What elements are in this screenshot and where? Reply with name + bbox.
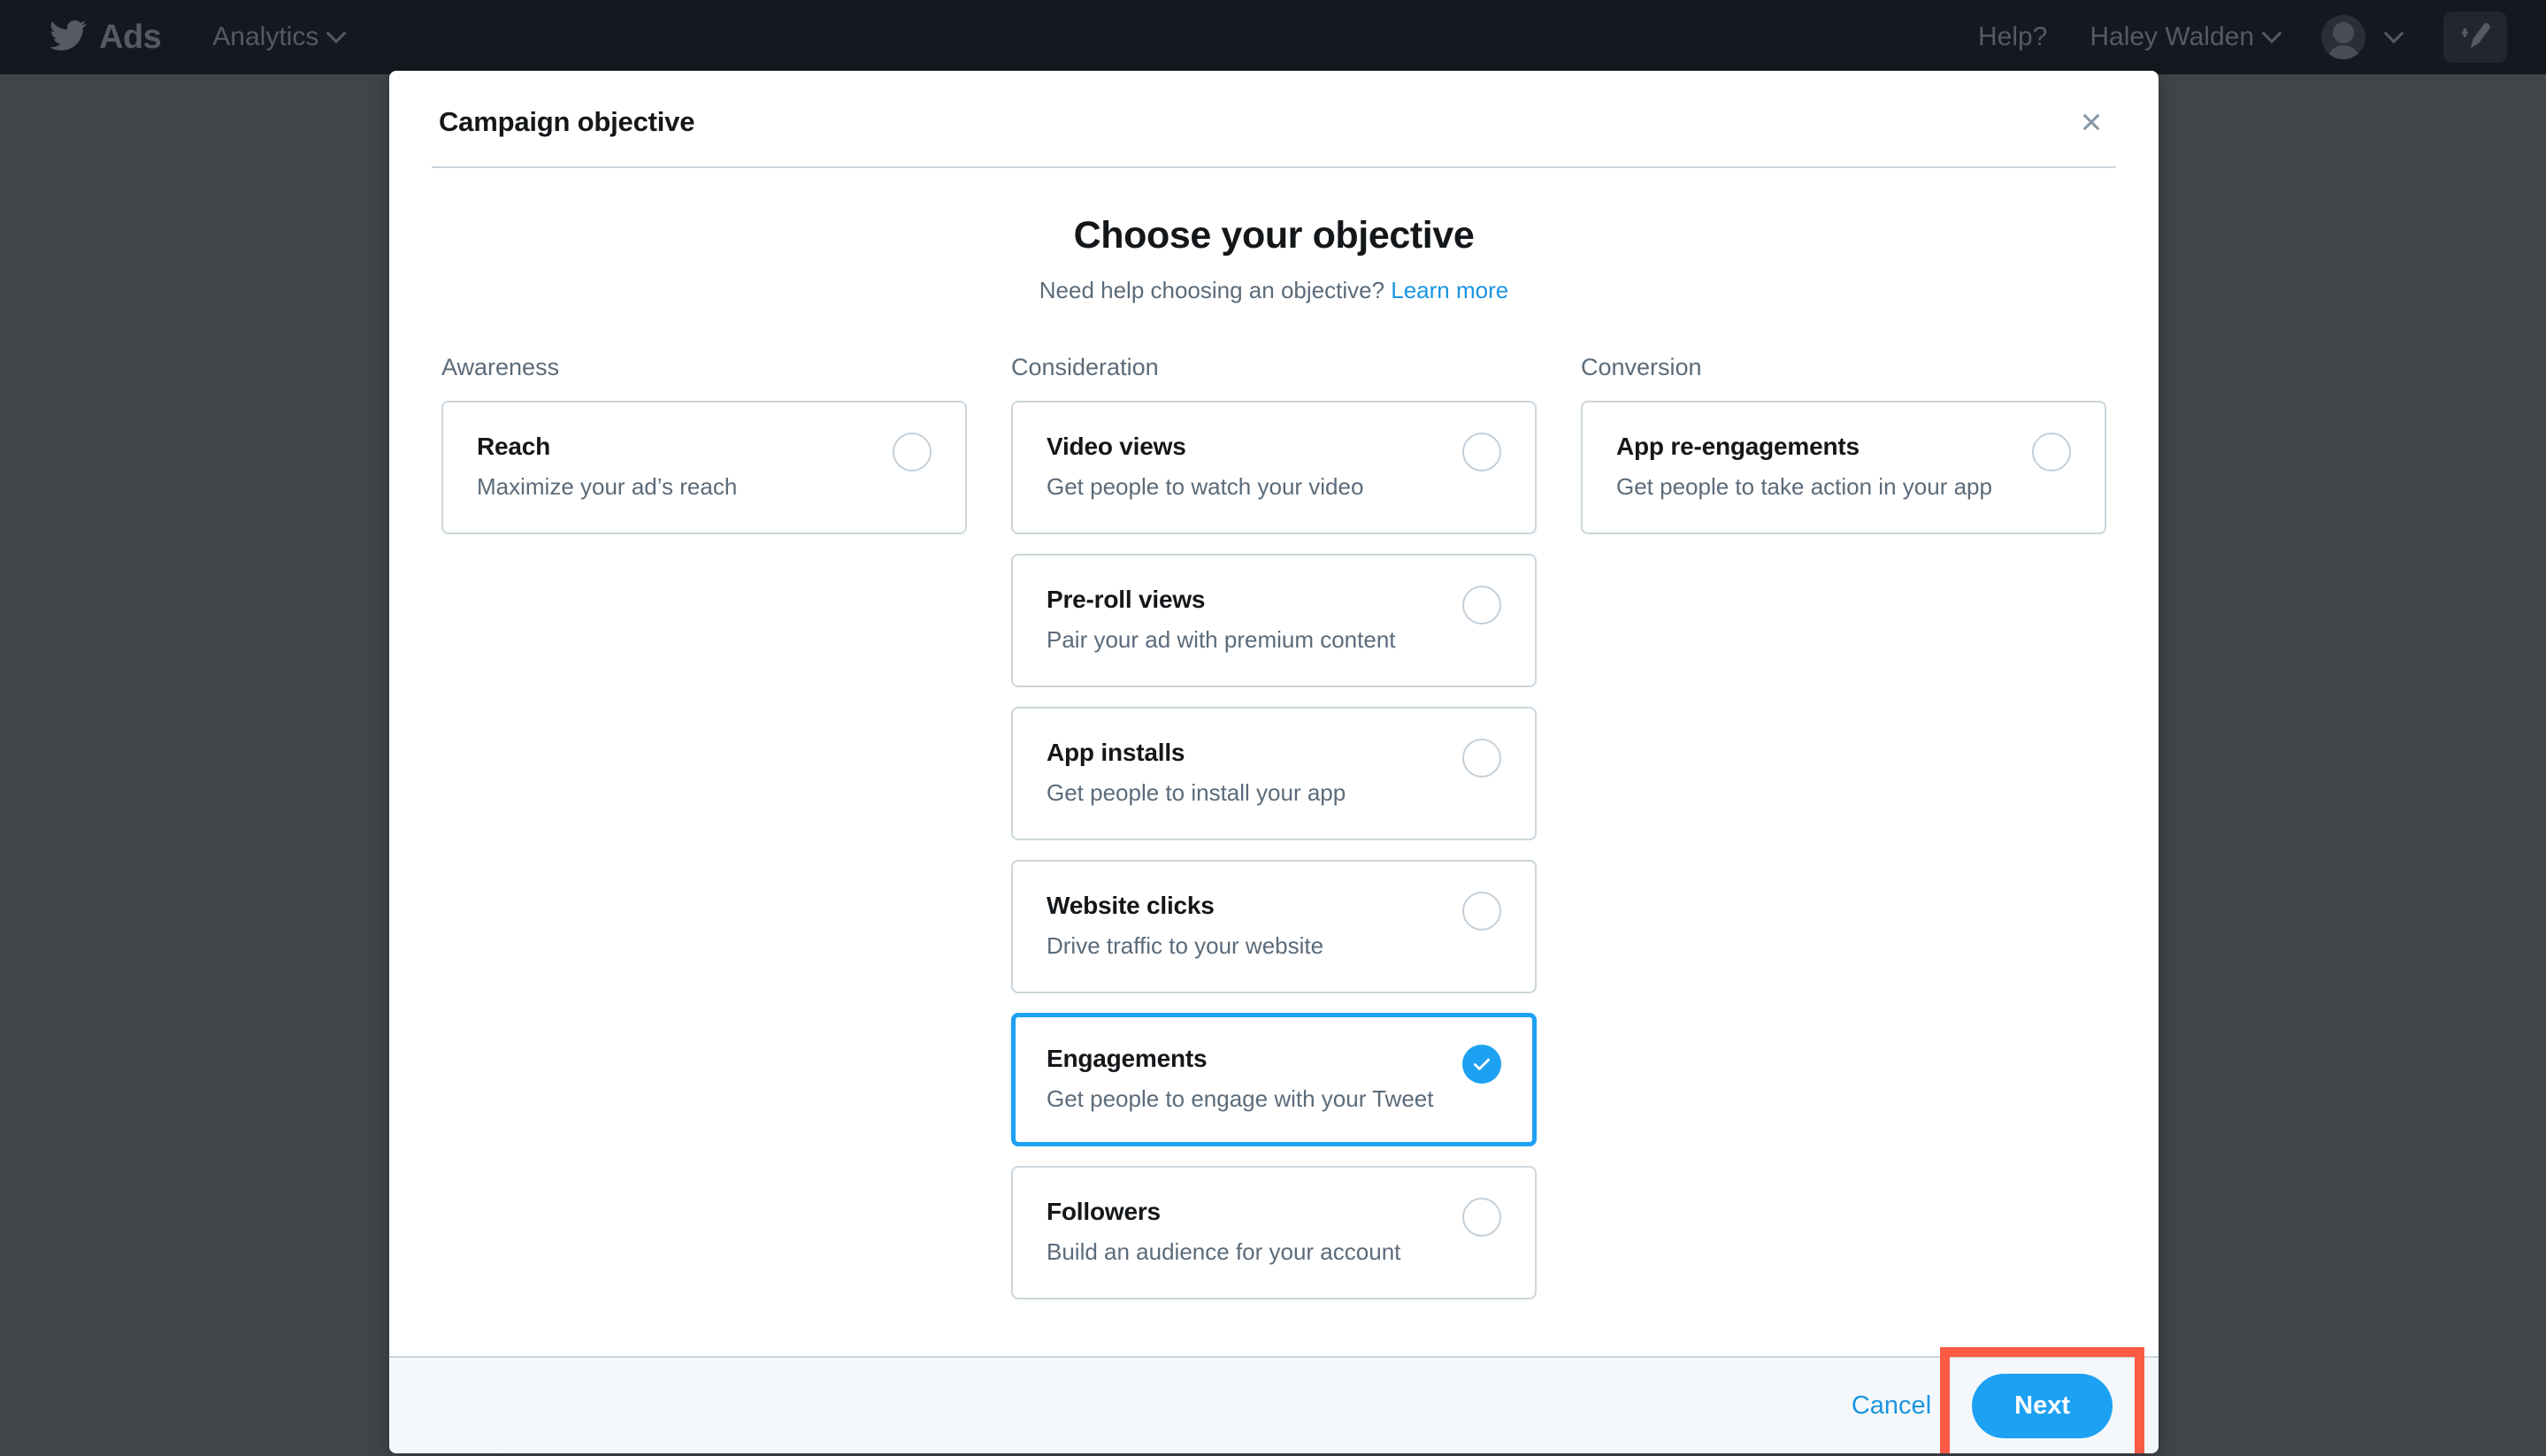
card-title: Website clicks (1047, 892, 1501, 920)
card-title: Reach (477, 433, 932, 461)
check-icon (1470, 1053, 1493, 1076)
nav-account-label: Haley Walden (2090, 22, 2254, 52)
chevron-down-icon (2384, 23, 2404, 43)
brand-label: Ads (99, 19, 161, 57)
card-title: Video views (1047, 433, 1501, 461)
radio-unselected-icon[interactable] (1462, 586, 1501, 625)
radio-unselected-icon[interactable] (1462, 739, 1501, 778)
compose-tweet-icon (2455, 19, 2496, 55)
next-button-wrapper: Next (1972, 1374, 2113, 1438)
objective-card-reach[interactable]: Reach Maximize your ad’s reach (441, 401, 967, 534)
card-description: Drive traffic to your website (1047, 932, 1501, 960)
objective-columns: Awareness Reach Maximize your ad’s reach… (432, 354, 2116, 1319)
twitter-bird-icon[interactable] (50, 17, 99, 58)
objective-card-pre-roll-views[interactable]: Pre-roll views Pair your ad with premium… (1011, 554, 1537, 687)
card-title: Followers (1047, 1198, 1501, 1226)
radio-unselected-icon[interactable] (1462, 433, 1501, 471)
avatar (2321, 15, 2366, 59)
card-description: Get people to take action in your app (1616, 473, 2071, 501)
card-description: Build an audience for your account (1047, 1238, 1501, 1266)
modal-header: Campaign objective × (389, 71, 2159, 138)
radio-unselected-icon[interactable] (2032, 433, 2071, 471)
radio-unselected-icon[interactable] (1462, 892, 1501, 931)
objective-card-app-installs[interactable]: App installs Get people to install your … (1011, 707, 1537, 840)
nav-left-group: Ads Analytics (0, 17, 343, 58)
card-title: App installs (1047, 739, 1501, 767)
cancel-button[interactable]: Cancel (1852, 1391, 1931, 1421)
card-description: Pair your ad with premium content (1047, 626, 1501, 654)
nav-help-label: Help? (1978, 22, 2047, 52)
help-text-label: Need help choosing an objective? (1039, 277, 1384, 303)
objective-card-app-re-engagements[interactable]: App re-engagements Get people to take ac… (1581, 401, 2106, 534)
nav-item-help[interactable]: Help? (1978, 22, 2047, 52)
radio-unselected-icon[interactable] (1462, 1198, 1501, 1237)
learn-more-link[interactable]: Learn more (1391, 277, 1508, 303)
card-description: Get people to watch your video (1047, 473, 1501, 501)
next-button[interactable]: Next (1972, 1374, 2113, 1438)
objective-card-followers[interactable]: Followers Build an audience for your acc… (1011, 1166, 1537, 1299)
campaign-objective-modal: Campaign objective × Choose your objecti… (389, 71, 2159, 1453)
objective-card-engagements[interactable]: Engagements Get people to engage with yo… (1011, 1013, 1537, 1146)
chevron-down-icon (326, 23, 347, 43)
nav-analytics-label: Analytics (212, 22, 318, 52)
column-consideration: Consideration Video views Get people to … (1011, 354, 1537, 1319)
card-title: App re-engagements (1616, 433, 2071, 461)
modal-title: Campaign objective (439, 106, 2109, 138)
column-title: Consideration (1011, 354, 1537, 381)
column-title: Awareness (441, 354, 967, 381)
card-description: Get people to engage with your Tweet (1047, 1085, 1501, 1113)
card-title: Engagements (1047, 1045, 1501, 1073)
radio-selected-icon[interactable] (1462, 1045, 1501, 1084)
nav-right-group: Help? Haley Walden (1978, 11, 2546, 63)
card-title: Pre-roll views (1047, 586, 1501, 614)
nav-item-analytics[interactable]: Analytics (212, 22, 343, 52)
compose-tweet-button[interactable] (2443, 11, 2507, 63)
objective-card-website-clicks[interactable]: Website clicks Drive traffic to your web… (1011, 860, 1537, 993)
page-title: Choose your objective (432, 214, 2116, 257)
column-awareness: Awareness Reach Maximize your ad’s reach (441, 354, 967, 1319)
modal-footer: Cancel Next (389, 1356, 2159, 1453)
close-icon[interactable]: × (2067, 97, 2116, 147)
column-title: Conversion (1581, 354, 2106, 381)
nav-item-account[interactable]: Haley Walden (2090, 22, 2279, 52)
objective-card-video-views[interactable]: Video views Get people to watch your vid… (1011, 401, 1537, 534)
modal-body: Choose your objective Need help choosing… (389, 168, 2159, 1356)
radio-unselected-icon[interactable] (893, 433, 932, 471)
card-description: Get people to install your app (1047, 779, 1501, 807)
column-conversion: Conversion App re-engagements Get people… (1581, 354, 2106, 1319)
top-navigation-bar: Ads Analytics Help? Haley Walden (0, 0, 2546, 74)
card-description: Maximize your ad’s reach (477, 473, 932, 501)
chevron-down-icon (2262, 23, 2282, 43)
account-avatar-menu[interactable] (2321, 15, 2401, 59)
help-text: Need help choosing an objective? Learn m… (432, 277, 2116, 304)
